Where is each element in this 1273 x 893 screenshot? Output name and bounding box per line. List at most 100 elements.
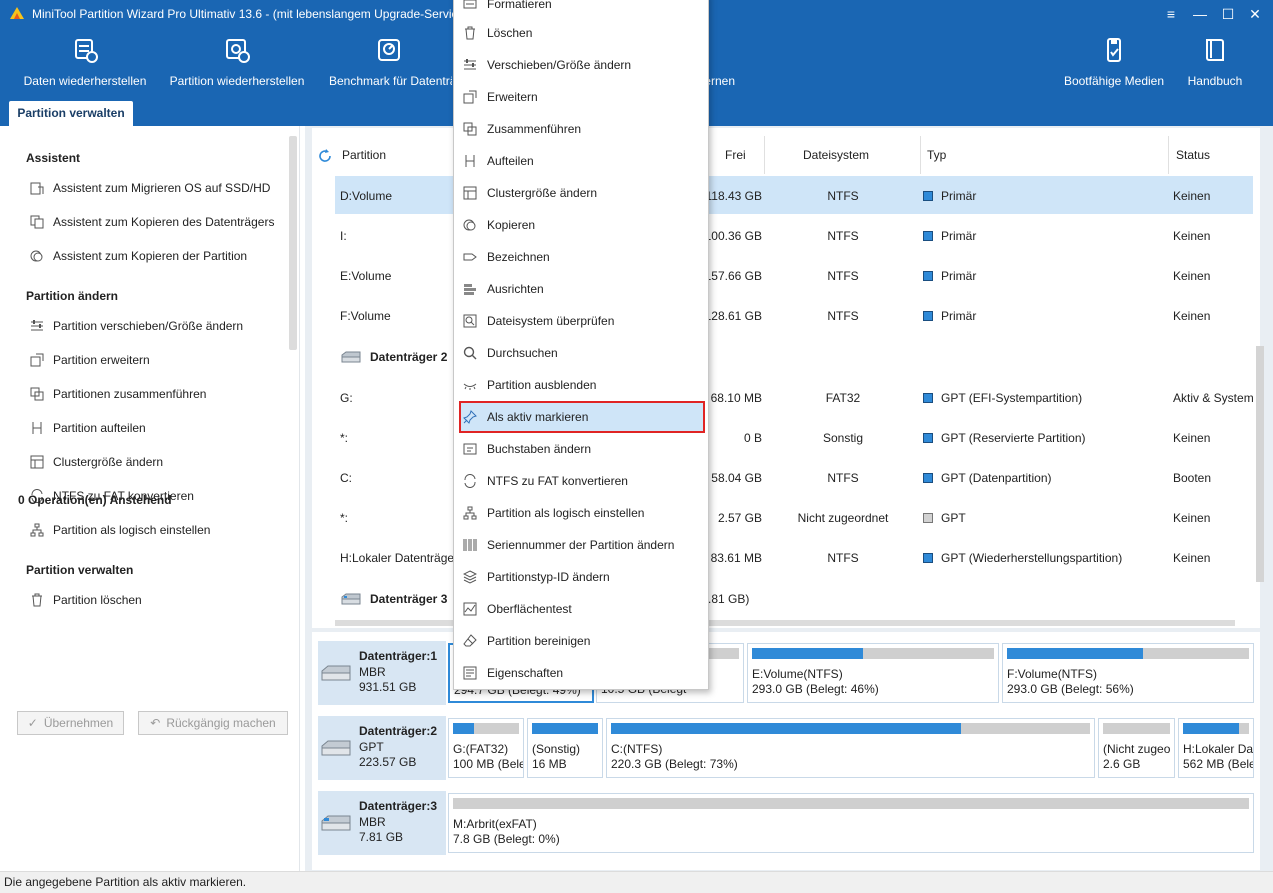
menu-item-copy[interactable]: Kopieren	[461, 211, 703, 239]
disk-partition-block[interactable]: G:(FAT32) 100 MB (Bele	[448, 718, 524, 778]
tab-partition-verwalten[interactable]: Partition verwalten	[9, 101, 133, 126]
cell-status: Aktiv & System	[1173, 391, 1254, 405]
column-header-partition[interactable]: Partition	[342, 148, 386, 162]
menu-item-set-logical[interactable]: Partition als logisch einstellen	[461, 499, 703, 527]
sidebar-item-extend[interactable]: Partition erweitern	[30, 350, 150, 370]
toolbar-benchmark[interactable]: Benchmark für Datenträger	[326, 36, 452, 92]
sidebar-item-cluster-size[interactable]: Clustergröße ändern	[30, 452, 163, 472]
disk-partition-block[interactable]: C:(NTFS) 220.3 GB (Belegt: 73%)	[606, 718, 1095, 778]
disk-partition-block[interactable]: (Sonstig) 16 MB	[527, 718, 603, 778]
cell-typ: Primär	[923, 229, 976, 243]
disk-partition-block[interactable]: H:Lokaler Da 562 MB (Bele	[1178, 718, 1254, 778]
cell-partition[interactable]: D:Volume	[340, 189, 392, 203]
cell-partition[interactable]: H:Lokaler Datenträger	[340, 551, 453, 565]
menu-item-label-partition[interactable]: Bezeichnen	[461, 243, 703, 271]
sidebar-item-copy-partition[interactable]: Assistent zum Kopieren der Partition	[30, 246, 247, 266]
table-vertical-scrollbar[interactable]	[1256, 346, 1264, 582]
disk-info-2[interactable]: Datenträger:2 GPT 223.57 GB	[318, 716, 446, 780]
column-header-dateisystem[interactable]: Dateisystem	[803, 148, 869, 162]
menu-item-align[interactable]: Ausrichten	[461, 275, 703, 303]
disk-partition-block[interactable]: (Nicht zugeo 2.6 GB	[1098, 718, 1175, 778]
disk-icon	[321, 665, 351, 681]
align-icon	[464, 284, 476, 295]
delete-icon	[465, 26, 475, 40]
sidebar-item-set-logical[interactable]: Partition als logisch einstellen	[30, 520, 210, 540]
disk-header-3[interactable]: Datenträger 3	[340, 589, 447, 609]
disk-name: Datenträger:3	[359, 799, 438, 813]
toolbar-bootable-media[interactable]: Bootfähige Medien	[1058, 36, 1170, 92]
menu-button[interactable]: ≡	[1160, 4, 1182, 24]
extend-icon	[30, 353, 44, 367]
menu-item-type-id[interactable]: Partitionstyp-ID ändern	[461, 563, 703, 591]
column-separator	[920, 136, 921, 174]
cell-partition[interactable]: I:	[340, 229, 347, 243]
toolbar-label: Daten wiederherstellen	[23, 74, 147, 88]
menu-item-properties[interactable]: Eigenschaften	[461, 659, 703, 687]
type-square-icon	[923, 473, 933, 483]
cell-status: Keinen	[1173, 269, 1211, 283]
menu-item-convert[interactable]: NTFS zu FAT konvertieren	[461, 467, 703, 495]
disk-partition-block[interactable]: F:Volume(NTFS) 293.0 GB (Belegt: 56%)	[1002, 643, 1254, 703]
undo-button[interactable]: ↶ Rückgängig machen	[138, 711, 288, 735]
sidebar-item-delete[interactable]: Partition löschen	[30, 590, 142, 610]
menu-item-move-resize[interactable]: Verschieben/Größe ändern	[461, 51, 703, 79]
sidebar-heading-assistent: Assistent	[26, 151, 81, 165]
disk-partition-block[interactable]: E:Volume(NTFS) 293.0 GB (Belegt: 46%)	[747, 643, 999, 703]
menu-item-split[interactable]: Aufteilen	[461, 147, 703, 175]
cell-partition[interactable]: *:	[340, 511, 348, 525]
toolbar-space-analyzer[interactable]: Speicherplatzanalyse entfernen	[709, 36, 735, 92]
sidebar-item-label: Partition verschieben/Größe ändern	[53, 319, 244, 333]
menu-item-label: Oberflächentest	[487, 602, 572, 616]
partition-name: C:(NTFS)	[611, 742, 663, 756]
usage-bar	[611, 723, 1090, 734]
sidebar-item-move-resize[interactable]: Partition verschieben/Größe ändern	[30, 316, 243, 336]
sidebar-item-migrate-os[interactable]: Assistent zum Migrieren OS auf SSD/HD	[30, 178, 270, 198]
cell-partition[interactable]: *:	[340, 431, 348, 445]
usage-bar	[752, 648, 994, 659]
menu-item-wipe[interactable]: Partition bereinigen	[461, 627, 703, 655]
cell-status: Keinen	[1173, 189, 1211, 203]
menu-item-surface-test[interactable]: Oberflächentest	[461, 595, 703, 623]
status-text: Die angegebene Partition als aktiv marki…	[4, 875, 247, 889]
menu-item-hide[interactable]: Partition ausblenden	[461, 371, 703, 399]
cell-partition[interactable]: G:	[340, 391, 353, 405]
apply-button[interactable]: ✓ Übernehmen	[17, 711, 124, 735]
toolbar-manual[interactable]: Handbuch	[1182, 36, 1248, 92]
toolbar-data-recovery[interactable]: Daten wiederherstellen	[20, 36, 150, 92]
menu-item-delete[interactable]: Löschen	[461, 19, 703, 47]
cell-typ-text: GPT	[941, 511, 966, 525]
close-button[interactable]: ✕	[1244, 4, 1266, 24]
toolbar-partition-recovery[interactable]: Partition wiederherstellen	[166, 36, 308, 92]
menu-item-change-letter[interactable]: Buchstaben ändern	[461, 435, 703, 463]
disk-partition-block[interactable]: M:Arbrit(exFAT) 7.8 GB (Belegt: 0%)	[448, 793, 1254, 853]
sidebar-item-split[interactable]: Partition aufteilen	[30, 418, 146, 438]
menu-item-extend[interactable]: Erweitern	[461, 83, 703, 111]
sidebar-item-copy-disk[interactable]: Assistent zum Kopieren des Datenträgers	[30, 212, 274, 232]
maximize-button[interactable]: ☐	[1217, 4, 1239, 24]
disk-header-2[interactable]: Datenträger 2	[340, 347, 447, 367]
menu-item-cluster-size[interactable]: Clustergröße ändern	[461, 179, 703, 207]
partition-name: E:Volume(NTFS)	[752, 667, 843, 681]
menu-item-explore[interactable]: Durchsuchen	[461, 339, 703, 367]
sidebar-item-label: Partition als logisch einstellen	[53, 523, 211, 537]
cell-partition[interactable]: F:Volume	[340, 309, 391, 323]
column-header-typ[interactable]: Typ	[927, 148, 946, 162]
cell-partition[interactable]: E:Volume	[340, 269, 391, 283]
copy-disk-icon	[30, 215, 44, 229]
menu-item-format[interactable]: Formatieren	[461, 0, 703, 18]
minimize-button[interactable]: —	[1189, 4, 1211, 24]
sidebar-scrollbar[interactable]	[289, 136, 297, 350]
menu-item-check-fs[interactable]: Dateisystem überprüfen	[461, 307, 703, 335]
sidebar-heading-partition-verwalten: Partition verwalten	[26, 563, 134, 577]
column-header-status[interactable]: Status	[1176, 148, 1210, 162]
cell-partition[interactable]: C:	[340, 471, 352, 485]
column-header-frei[interactable]: Frei	[725, 148, 746, 162]
menu-item-merge[interactable]: Zusammenführen	[461, 115, 703, 143]
disk-info-1[interactable]: Datenträger:1 MBR 931.51 GB	[318, 641, 446, 705]
sidebar-item-merge[interactable]: Partitionen zusammenführen	[30, 384, 206, 404]
menu-item-serial[interactable]: Seriennummer der Partition ändern	[461, 531, 703, 559]
menu-item-set-active[interactable]: Als aktiv markieren	[459, 401, 705, 433]
refresh-icon[interactable]	[318, 149, 332, 163]
disk-info-3[interactable]: Datenträger:3 MBR 7.81 GB	[318, 791, 446, 855]
type-square-icon	[923, 271, 933, 281]
